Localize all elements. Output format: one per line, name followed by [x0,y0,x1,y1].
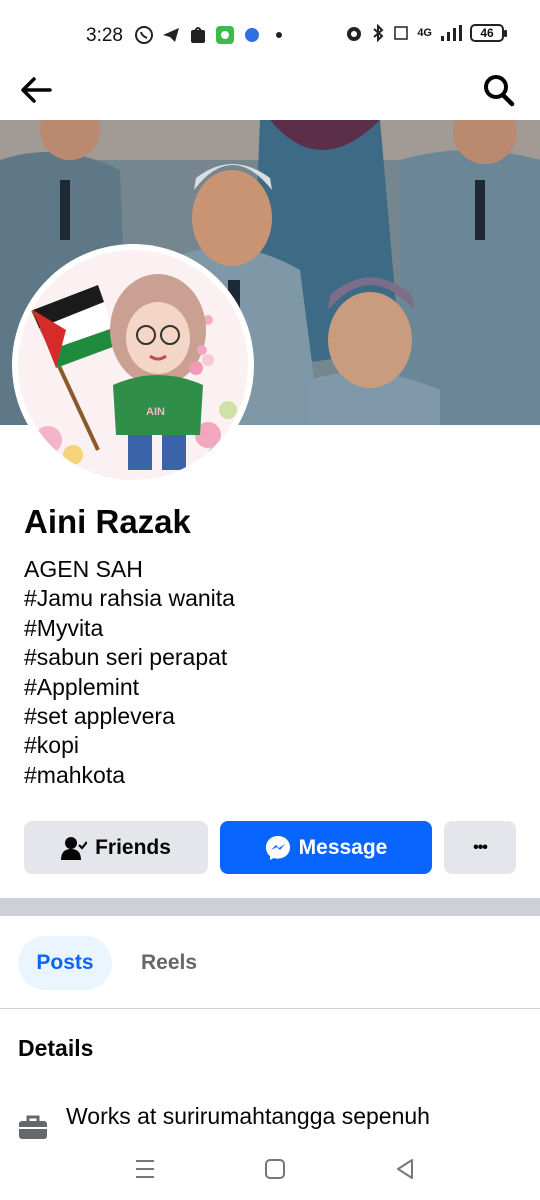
home-icon[interactable] [262,1156,288,1182]
status-time: 3:28 [86,25,123,46]
recents-menu-icon[interactable] [132,1156,158,1182]
more-options-button[interactable]: ••• [444,821,516,874]
avatar: AIN [18,250,248,480]
battery-icon: 46 [470,24,507,42]
bio-line: #Myvita [24,614,104,641]
dot-icon [276,32,282,38]
bio-line: #Jamu rahsia wanita [24,585,235,612]
message-button[interactable]: Message [220,821,432,874]
search-icon[interactable] [478,70,518,110]
details-heading: Details [18,1035,94,1061]
detail-work-text: Works at surirumahtangga sepenuh [66,1103,430,1129]
bio-line: #kopi [24,732,79,759]
tabs-divider [0,1008,540,1009]
volte-icon [394,26,409,40]
bio-line: #mahkota [24,761,126,788]
more-icon: ••• [473,838,488,856]
profile-name: Aini Razak [24,503,191,540]
system-nav-bar [0,1140,540,1200]
avatar-sweater-text: AIN [146,406,165,418]
briefcase-icon [19,1115,47,1139]
messenger-icon [245,28,259,42]
app-bar [0,62,540,120]
notification-icons [134,25,289,45]
friends-button[interactable]: Friends [24,821,208,874]
back-arrow-icon[interactable] [16,70,56,110]
alarm-icon [347,27,362,41]
avatar-illustration: AIN [18,250,248,480]
friends-label: Friends [95,835,171,859]
shopee-icon [191,27,205,43]
section-divider [0,898,540,916]
message-label: Message [298,835,388,859]
friends-check-icon [61,836,88,860]
bluetooth-icon [373,24,384,42]
profile-picture[interactable]: AIN [12,244,254,486]
bio-line: #Applemint [24,673,140,700]
back-nav-icon[interactable] [392,1156,418,1182]
system-icons: 4G 46 [345,24,507,42]
telegram-icon [163,28,179,42]
bio-line: #set applevera [24,703,175,730]
tab-posts-label: Posts [36,951,94,974]
bio-line: #sabun seri perapat [24,644,228,671]
detail-work-row[interactable]: Works at surirumahtangga sepenuh [18,1102,540,1142]
messenger-icon [265,835,290,860]
signal-icon [441,25,462,41]
bio-line: AGEN SAH [24,556,143,582]
tab-reels-label: Reels [140,951,198,974]
network-label: 4G [417,27,432,39]
whatsapp-icon [135,26,153,44]
status-bar: 3:28 4G 46 [0,0,540,62]
app-icon [216,26,234,44]
tab-reels[interactable]: Reels [124,936,214,990]
tab-posts[interactable]: Posts [18,936,112,990]
profile-bio: AGEN SAH #Jamu rahsia wanita #Myvita #sa… [24,555,235,790]
